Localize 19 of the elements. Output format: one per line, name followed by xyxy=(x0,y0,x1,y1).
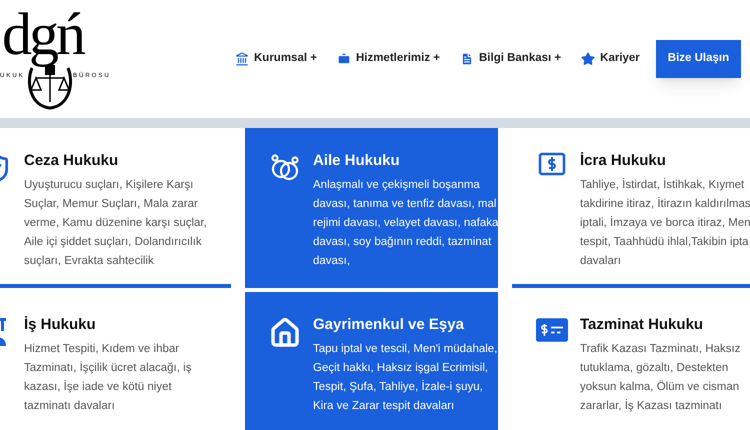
service-card[interactable]: Aile Hukuku Anlaşmalı ve çekişmeli boşanma davası, tanıma ve tenfiz davası, mal rejimi davası, velayet davası, nafaka davası, soy bağının reddi, tazminat davası, xyxy=(245,128,498,288)
nav-link[interactable]: Bilgi Bankası + xyxy=(460,50,562,68)
service-title: İş Hukuku xyxy=(24,315,97,335)
service-description: Tahliye, İstirdat, İstihkak, Kıymet takdirine itiraz, İtirazın kaldırılmas iptali, İmzaya ve borca itiraz, Men tespit, Taahhüdü ihlal,Takibin ipta davaları xyxy=(580,177,750,268)
service-description: Hizmet Tespiti, Kıdem ve ihbar Tazminatı, İşçilik ücret alacağı, iş kazası, İşe iade ve kötü niyet tazminatı davaları xyxy=(24,342,192,414)
service-description: Uyuşturucu suçları, Kişilere Karşı Suçlar, Memur Suçları, Mala zarar verme, Kamu düzenine karşı suçlar, Aile içi şiddet suçları, Dolandırıcılık suçları, Evrakta sahtecilik xyxy=(24,178,207,268)
service-description: Trafik Kazası Tazminatı, Haksız tutuklama, gözaltı, Destekten yoksun kalma, Ölüm ve cisman zararlar, İş Kazası tazminatı xyxy=(580,342,740,414)
service-description: Anlaşmalı ve çekişmeli boşanma davası, tanıma ve tenfiz davası, mal rejimi davası, velayet davası, nafaka davası, soy bağının reddi, tazminat davası, xyxy=(313,178,498,268)
service-description: Tapu iptal ve tescil, Men'i müdahale, Geçit hakkı, Haksız işgal Ecrimisil, Tespit, Şufa, Tahliye, İzale-i şuyu, Kira ve Zarar tespit davaları xyxy=(313,342,498,414)
service-title: Gayrimenkul ve Eşya xyxy=(313,315,465,335)
nav-link[interactable]: Hizmetlerimiz + xyxy=(336,50,440,68)
contact-button[interactable]: Bize Ulaşın xyxy=(656,40,742,78)
service-title: Ceza Hukuku xyxy=(24,151,120,171)
service-title: Aile Hukuku xyxy=(313,151,401,171)
nav-link[interactable]: Kariyer xyxy=(581,50,640,68)
service-card[interactable]: Gayrimenkul ve Eşya Tapu iptal ve tescil, Men'i müdahale, Geçit hakkı, Haksız işgal Ecrimisil, Tespit, Şufa, Tahliye, İzale-i şuyu, Kira ve Zarar tespit davaları xyxy=(245,292,498,430)
service-title: İcra Hukuku xyxy=(580,151,667,171)
service-title: Tazminat Hukuku xyxy=(580,315,704,335)
nav-link[interactable]: Kurumsal + xyxy=(235,50,317,68)
